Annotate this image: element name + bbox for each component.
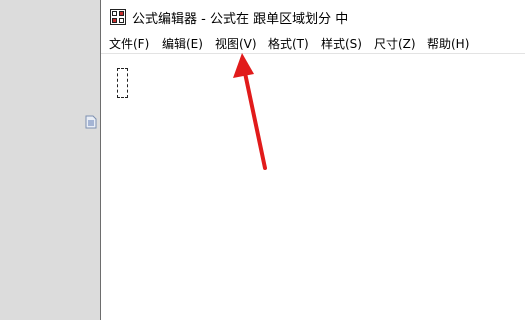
menu-file[interactable]: 文件(F): [109, 35, 149, 52]
menu-format[interactable]: 格式(T): [268, 35, 309, 52]
menu-view[interactable]: 视图(V): [215, 35, 257, 52]
desktop-background: 公式编辑器 - 公式在 跟单区域划分 中 文件(F) 编辑(E) 视图(V) 格…: [0, 0, 525, 320]
title-bar[interactable]: 公式编辑器 - 公式在 跟单区域划分 中: [101, 0, 525, 33]
menu-bar: 文件(F) 编辑(E) 视图(V) 格式(T) 样式(S) 尺寸(Z) 帮助(H…: [101, 33, 525, 54]
menu-help[interactable]: 帮助(H): [427, 35, 469, 52]
equation-editor-window: 公式编辑器 - 公式在 跟单区域划分 中 文件(F) 编辑(E) 视图(V) 格…: [100, 0, 525, 320]
menu-style[interactable]: 样式(S): [321, 35, 362, 52]
equation-editor-icon: [110, 9, 126, 25]
document-icon: [85, 115, 97, 129]
equation-slot-placeholder[interactable]: [117, 68, 128, 98]
menu-edit[interactable]: 编辑(E): [162, 35, 203, 52]
equation-editing-area[interactable]: [101, 54, 525, 320]
window-title: 公式编辑器 - 公式在 跟单区域划分 中: [132, 12, 349, 27]
menu-size[interactable]: 尺寸(Z): [374, 35, 416, 52]
